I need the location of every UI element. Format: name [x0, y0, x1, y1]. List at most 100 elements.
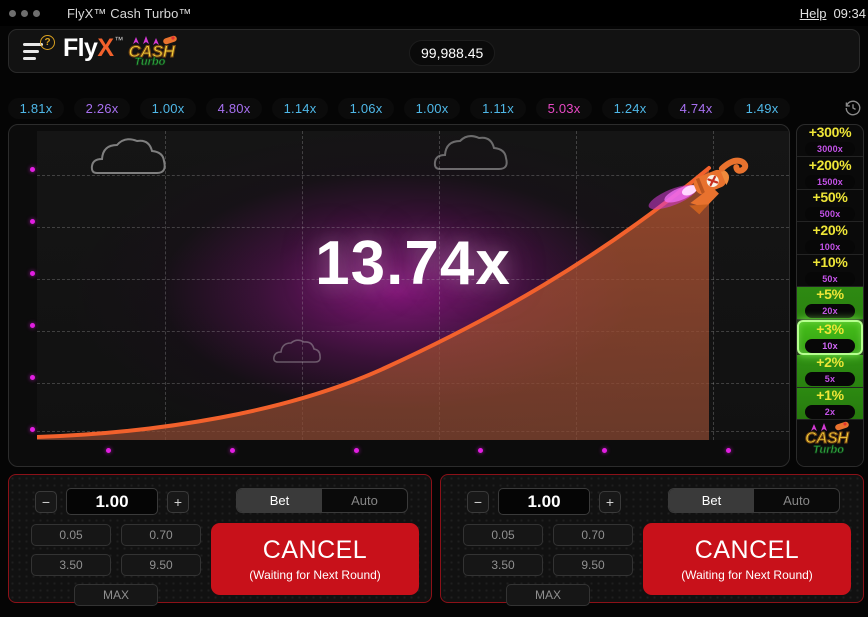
ladder-rung-percent: +1% [816, 386, 844, 403]
ladder-rung[interactable]: +3% 10x [797, 319, 863, 356]
history-chip[interactable]: 5.03x [536, 97, 592, 119]
x-axis-tick-dot [726, 448, 731, 453]
max-bet-button[interactable]: MAX [74, 584, 158, 606]
cancel-bet-button[interactable]: CANCEL (Waiting for Next Round) [643, 523, 851, 595]
bet-amount-stepper: −1.00 + [467, 488, 621, 515]
ladder-rung-multiplier: 20x [805, 304, 855, 319]
cancel-bet-label: CANCEL [694, 536, 800, 564]
ladder-rung[interactable]: +2% 5x [797, 354, 863, 388]
logo-fly-text: Fly [63, 33, 98, 62]
ladder-rung[interactable]: +20% 100x [797, 221, 863, 255]
history-chip-track: 1.81x 2.26x 1.00x 4.80x 1.14x 1.06x 1.00x 1.11x… [8, 97, 838, 119]
ladder-rung-multiplier: 1500x [805, 174, 855, 189]
rocket-character-icon [648, 157, 749, 215]
bet-mode-tabs: Bet Auto [236, 488, 408, 513]
cash-turbo-logo: CASH Turbo [125, 34, 183, 70]
ladder-cash-turbo-logo: CASH Turbo [797, 419, 863, 466]
ladder-rung[interactable]: +300% 3000x [797, 124, 863, 158]
max-bet-button[interactable]: MAX [506, 584, 590, 606]
ladder-rung-multiplier: 50x [805, 271, 855, 286]
multiplier-chart: 13.74x [37, 131, 789, 440]
quick-amount-button[interactable]: 9.50 [121, 554, 201, 576]
bet-increase-button[interactable]: + [167, 490, 189, 513]
y-axis-tick-dot [30, 375, 35, 380]
ladder-logo-turbo: Turbo [813, 443, 845, 457]
quick-amount-button[interactable]: 0.05 [31, 524, 111, 546]
x-axis-tick-dot [106, 448, 111, 453]
logo-turbo-text: Turbo [134, 55, 166, 68]
window-dots-icon[interactable] [9, 9, 40, 17]
app-header: ? Fly X ™ CASH Turbo 99,988.45 [8, 29, 860, 73]
ladder-rung-percent: +5% [816, 286, 844, 303]
history-chip[interactable]: 4.80x [206, 97, 262, 119]
bet-panel-left: −1.00 + Bet Auto 0.05 0.70 3.50 9.50 MAX CANCEL (W… [8, 474, 432, 606]
quick-amount-button[interactable]: 0.05 [463, 524, 543, 546]
bet-mode-tabs: Bet Auto [668, 488, 840, 513]
help-link[interactable]: Help [800, 6, 827, 21]
logo-tm-text: ™ [114, 34, 124, 45]
ladder-rung-percent: +3% [816, 320, 844, 337]
bet-decrease-button[interactable]: − [467, 490, 489, 513]
bet-amount-input[interactable]: 1.00 [498, 488, 590, 515]
history-chip[interactable]: 1.14x [272, 97, 328, 119]
y-axis-tick-dot [30, 167, 35, 172]
bet-increase-button[interactable]: + [599, 490, 621, 513]
logo-x-text: X [97, 33, 114, 62]
ladder-rung[interactable]: +5% 20x [797, 286, 863, 320]
ladder-rung-percent: +10% [812, 253, 848, 270]
bet-amount-input[interactable]: 1.00 [66, 488, 158, 515]
ladder-rung-percent: +20% [812, 221, 848, 238]
game-stage: 13.74x [8, 124, 790, 467]
ladder-rung-multiplier: 100x [805, 239, 855, 254]
quick-amount-button[interactable]: 3.50 [31, 554, 111, 576]
history-chip[interactable]: 1.81x [8, 97, 64, 119]
y-axis-tick-dot [30, 271, 35, 276]
system-clock: 09:34 [833, 5, 866, 21]
tab-auto[interactable]: Auto [322, 489, 407, 512]
history-chip[interactable]: 4.74x [668, 97, 724, 119]
ladder-rung-percent: +300% [808, 124, 852, 141]
history-chip[interactable]: 1.00x [404, 97, 460, 119]
x-axis-tick-dot [354, 448, 359, 453]
y-axis-tick-dot [30, 323, 35, 328]
history-chip[interactable]: 1.00x [140, 97, 196, 119]
ladder-rung[interactable]: +200% 1500x [797, 156, 863, 190]
quick-amount-button[interactable]: 0.70 [553, 524, 633, 546]
tab-bet[interactable]: Bet [237, 489, 322, 512]
history-chip[interactable]: 2.26x [74, 97, 130, 119]
history-chip[interactable]: 1.11x [470, 97, 526, 119]
ladder-rung-percent: +2% [816, 354, 844, 371]
history-chip[interactable]: 1.49x [734, 97, 790, 119]
help-badge-icon[interactable]: ? [40, 35, 55, 50]
history-chip[interactable]: 1.06x [338, 97, 394, 119]
ladder-rung-multiplier: 500x [805, 207, 855, 222]
bet-decrease-button[interactable]: − [35, 490, 57, 513]
history-chip[interactable]: 1.24x [602, 97, 658, 119]
x-axis-tick-dot [478, 448, 483, 453]
cancel-bet-button[interactable]: CANCEL (Waiting for Next Round) [211, 523, 419, 595]
quick-amount-button[interactable]: 9.50 [553, 554, 633, 576]
titlebar-right: Help 09:34 [800, 0, 868, 26]
os-titlebar: FlyX™ Cash Turbo™ Help 09:34 [0, 0, 868, 26]
x-axis-tick-dot [602, 448, 607, 453]
cancel-bet-label: CANCEL [262, 536, 368, 564]
history-clock-icon[interactable] [838, 99, 868, 117]
balance-display: 99,988.45 [409, 40, 496, 66]
ladder-rung-multiplier: 2x [805, 404, 855, 419]
window-title: FlyX™ Cash Turbo™ [67, 5, 192, 21]
bet-amount-stepper: −1.00 + [35, 488, 189, 515]
hamburger-menu-icon[interactable]: ? [21, 35, 55, 65]
ladder-rung[interactable]: +10% 50x [797, 253, 863, 288]
quick-amount-button[interactable]: 3.50 [463, 554, 543, 576]
tab-auto[interactable]: Auto [754, 489, 839, 512]
ladder-rung-percent: +200% [808, 156, 852, 173]
ladder-rung[interactable]: +1% 2x [797, 386, 863, 420]
flyx-logo: Fly X ™ CASH Turbo [63, 33, 183, 70]
ladder-rung-percent: +50% [812, 189, 848, 206]
tab-bet[interactable]: Bet [669, 489, 754, 512]
quick-amount-button[interactable]: 0.70 [121, 524, 201, 546]
ladder-rung[interactable]: +50% 500x [797, 189, 863, 223]
y-axis-tick-dot [30, 219, 35, 224]
bet-panel-right: −1.00 + Bet Auto 0.05 0.70 3.50 9.50 MAX CANCEL (W… [440, 474, 864, 606]
quick-amount-group: 0.05 0.70 3.50 9.50 MAX [31, 524, 201, 606]
